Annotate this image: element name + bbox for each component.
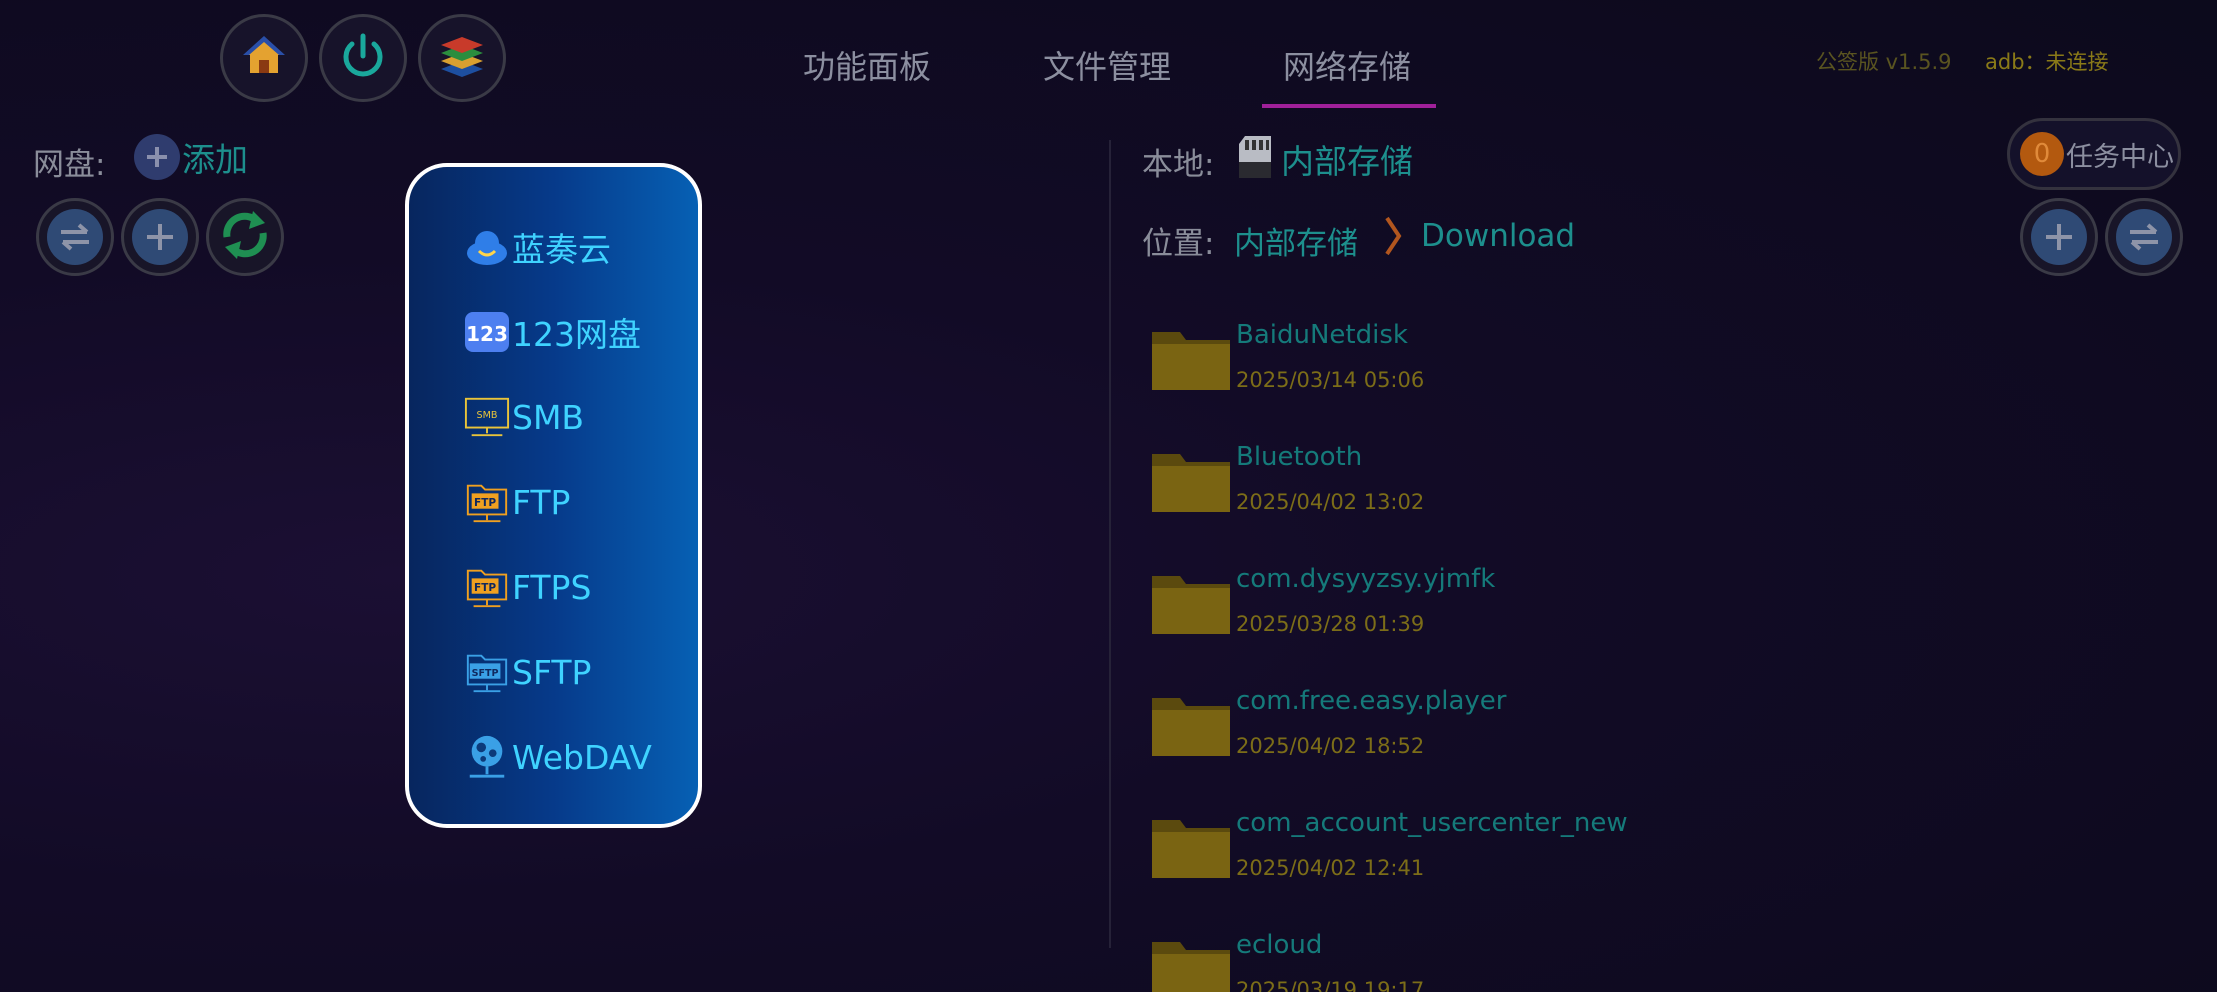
cloud-icon [464,224,510,270]
folder-icon [1152,572,1230,634]
breadcrumb-download[interactable]: Download [1421,218,1575,254]
menu-item-ftps[interactable]: FTP FTPS [464,562,591,612]
menu-item-label: 123网盘 [512,315,641,354]
menu-item-ftp[interactable]: FTP FTP [464,477,570,527]
active-tab-indicator [1262,104,1436,108]
task-count-badge: 0 [2020,132,2064,176]
file-name: Bluetooth [1236,442,1363,472]
swap-button-left[interactable] [36,198,114,276]
menu-item-sftp[interactable]: SFTP SFTP [464,647,591,697]
power-icon [337,30,389,86]
list-item[interactable]: com.free.easy.player 2025/04/02 18:52 [1152,686,1852,796]
list-item[interactable]: Bluetooth 2025/04/02 13:02 [1152,442,1852,552]
home-button[interactable] [220,14,308,102]
task-center-button[interactable]: 0 任务中心 [2007,118,2181,190]
disk-123-icon: 123 [464,309,510,355]
chevron-right-icon [1381,214,1405,262]
file-name: com_account_usercenter_new [1236,808,1628,838]
sftp-icon: SFTP [464,649,510,695]
svg-text:SMB: SMB [477,410,498,421]
ftp-icon: FTP [464,479,510,525]
file-name: com.free.easy.player [1236,686,1507,716]
menu-item-smb[interactable]: SMB SMB [464,392,584,442]
file-name: com.dysyyzsy.yjmfk [1236,564,1496,594]
menu-item-webdav[interactable]: WebDAV [464,732,652,782]
task-center-label: 任务中心 [2066,141,2174,173]
svg-text:FTP: FTP [474,497,496,509]
menu-item-123pan[interactable]: 123 123网盘 [464,307,641,357]
panel-divider [1109,140,1111,948]
svg-text:123: 123 [466,322,508,346]
list-item[interactable]: com.dysyyzsy.yjmfk 2025/03/28 01:39 [1152,564,1852,674]
menu-item-label: FTP [512,482,571,522]
list-item[interactable]: BaiduNetdisk 2025/03/14 05:06 [1152,320,1852,430]
folder-icon [1152,694,1230,756]
add-netdisk-popup: 蓝奏云 123 123网盘 SMB SMB FTP FTP FTP FTPS S… [405,163,702,828]
tab-function-panel[interactable]: 功能面板 [803,42,931,88]
add-button-left[interactable] [121,198,199,276]
add-netdisk-button[interactable]: 添加 [134,133,248,181]
tab-file-management[interactable]: 文件管理 [1043,42,1171,88]
plus-circle-icon [134,134,180,180]
menu-item-lanzou[interactable]: 蓝奏云 [464,222,611,272]
local-label: 本地: [1142,147,1215,183]
file-date: 2025/03/19 19:17 [1236,978,1425,992]
storage-name[interactable]: 内部存储 [1281,135,1413,183]
ftps-icon: FTP [464,564,510,610]
menu-item-label: WebDAV [512,737,652,777]
add-button-right[interactable] [2020,198,2098,276]
swap-icon [2116,209,2172,265]
menu-item-label: FTPS [512,567,592,607]
version-label: 公签版 v1.5.9 [1816,50,1952,74]
layers-icon [437,31,487,85]
menu-item-label: SMB [512,397,585,437]
file-date: 2025/03/28 01:39 [1236,612,1425,636]
tab-network-storage[interactable]: 网络存储 [1283,42,1411,88]
svg-text:SFTP: SFTP [472,668,499,679]
layers-button[interactable] [418,14,506,102]
list-item[interactable]: ecloud 2025/03/19 19:17 [1152,930,1852,992]
folder-icon [1152,938,1230,992]
menu-item-label: 蓝奏云 [512,230,611,269]
webdav-icon [464,734,510,780]
add-netdisk-label: 添加 [182,140,248,179]
power-button[interactable] [319,14,407,102]
svg-text:FTP: FTP [474,582,496,594]
file-name: BaiduNetdisk [1236,320,1408,350]
swap-icon [47,209,103,265]
plus-icon [2031,209,2087,265]
file-date: 2025/04/02 18:52 [1236,734,1425,758]
home-icon [241,33,287,83]
file-name: ecloud [1236,930,1323,960]
netdisk-label: 网盘: [33,147,106,183]
refresh-button[interactable] [206,198,284,276]
refresh-icon [217,207,273,267]
file-date: 2025/04/02 12:41 [1236,856,1425,880]
location-label: 位置: [1142,226,1215,262]
file-date: 2025/04/02 13:02 [1236,490,1425,514]
folder-icon [1152,328,1230,390]
plus-icon [132,209,188,265]
sd-card-icon [1235,134,1275,184]
list-item[interactable]: com_account_usercenter_new 2025/04/02 12… [1152,808,1852,918]
breadcrumb-root[interactable]: 内部存储 [1234,218,1358,263]
file-date: 2025/03/14 05:06 [1236,368,1425,392]
smb-icon: SMB [464,394,510,440]
swap-button-right[interactable] [2105,198,2183,276]
folder-icon [1152,816,1230,878]
adb-status: adb：未连接 [1985,50,2109,74]
folder-icon [1152,450,1230,512]
menu-item-label: SFTP [512,652,592,692]
